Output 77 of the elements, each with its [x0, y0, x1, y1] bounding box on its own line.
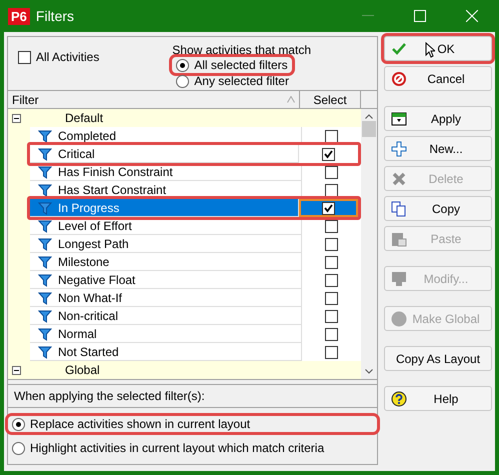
checkbox[interactable] — [322, 202, 336, 214]
scrollbar-thumb[interactable] — [362, 121, 376, 137]
column-header[interactable]: Select — [300, 91, 361, 108]
checkmark-icon — [391, 40, 407, 56]
cancel-icon — [391, 70, 407, 86]
checkbox[interactable] — [324, 238, 338, 250]
filter-row[interactable]: Not Started — [30, 343, 361, 361]
filter-name-cell[interactable]: Critical — [30, 145, 300, 163]
group-label: Show activities that match — [172, 43, 311, 57]
filter-row[interactable]: Negative Float — [30, 271, 361, 289]
clipboard-icon — [391, 230, 407, 246]
scroll-up-icon[interactable] — [365, 114, 373, 119]
action-button[interactable]: Help — [384, 386, 492, 411]
radio-option[interactable]: Replace activities shown in current layout — [8, 416, 377, 432]
copy-icon — [391, 200, 407, 216]
scroll-down-icon[interactable] — [365, 369, 373, 374]
checkbox-label: All Activities — [36, 50, 100, 64]
collapse-icon[interactable] — [12, 114, 21, 122]
checkbox[interactable] — [324, 274, 338, 286]
radio-button[interactable] — [12, 418, 25, 430]
radio-option[interactable]: All selected filters — [172, 57, 292, 73]
filter-row[interactable]: In Progress — [27, 196, 361, 220]
checkbox[interactable] — [324, 328, 338, 340]
app-logo: P6 — [8, 8, 30, 24]
action-button[interactable]: Cancel — [384, 66, 492, 91]
x-icon — [391, 170, 407, 186]
filter-name-cell[interactable]: Milestone — [30, 253, 302, 271]
filter-row[interactable]: Non What-If — [30, 289, 361, 307]
radio-option[interactable]: Highlight activities in current layout which match criteria — [8, 440, 377, 456]
filter-name-cell[interactable]: Normal — [30, 325, 302, 343]
radio-label: All selected filters — [194, 58, 288, 72]
circle-icon — [391, 310, 407, 326]
radio-button[interactable] — [12, 442, 25, 454]
plus-icon — [391, 140, 407, 156]
filter-name-cell[interactable]: In Progress — [30, 199, 300, 217]
action-button[interactable]: OK — [384, 36, 492, 61]
filter-row[interactable]: Critical — [27, 142, 361, 166]
checkbox[interactable] — [324, 292, 338, 304]
window-title: Filters — [36, 8, 76, 24]
checkbox[interactable] — [324, 130, 338, 142]
filter-name-cell[interactable]: Negative Float — [30, 271, 302, 289]
action-button[interactable]: New... — [384, 136, 492, 161]
group-row-label[interactable]: Default — [65, 111, 104, 125]
action-button[interactable]: Copy — [384, 196, 492, 221]
filter-name-cell[interactable]: Non-critical — [30, 307, 302, 325]
radio-label: Replace activities shown in current layout — [30, 417, 250, 431]
help-icon — [391, 390, 407, 406]
close-icon[interactable] — [466, 10, 478, 22]
section-label: When applying the selected filter(s): — [7, 384, 378, 408]
filter-row[interactable]: Milestone — [30, 253, 361, 271]
checkbox[interactable] — [324, 310, 338, 322]
maximize-icon[interactable] — [414, 10, 426, 22]
checkbox[interactable] — [324, 220, 338, 232]
column-header[interactable]: Filter — [8, 91, 300, 108]
checkbox[interactable] — [324, 166, 338, 178]
action-button[interactable]: Copy As Layout — [384, 346, 492, 371]
checkbox[interactable] — [324, 184, 338, 196]
checkbox[interactable] — [324, 256, 338, 268]
filter-row[interactable]: Non-critical — [30, 307, 361, 325]
action-button[interactable]: Apply — [384, 106, 492, 131]
filter-row[interactable]: Longest Path — [30, 235, 361, 253]
mouse-cursor-icon — [425, 42, 435, 58]
group-row-label[interactable]: Global — [65, 363, 100, 377]
radio-label: Any selected filter — [194, 74, 289, 88]
radio-label: Highlight activities in current layout which match criteria — [30, 441, 324, 455]
radio-option[interactable]: Any selected filter — [172, 73, 293, 89]
filter-name-cell[interactable]: Longest Path — [30, 235, 302, 253]
monitor-icon — [391, 270, 407, 286]
filter-row[interactable]: Normal — [30, 325, 361, 343]
filter-name-cell[interactable]: Not Started — [30, 343, 302, 361]
filter-name-cell[interactable]: Non What-If — [30, 289, 302, 307]
scrollbar[interactable] — [361, 109, 377, 379]
checkbox[interactable] — [322, 148, 336, 160]
checkbox[interactable] — [18, 50, 31, 64]
checkbox[interactable] — [324, 346, 338, 358]
radio-button[interactable] — [176, 58, 190, 72]
collapse-icon[interactable] — [12, 366, 21, 374]
